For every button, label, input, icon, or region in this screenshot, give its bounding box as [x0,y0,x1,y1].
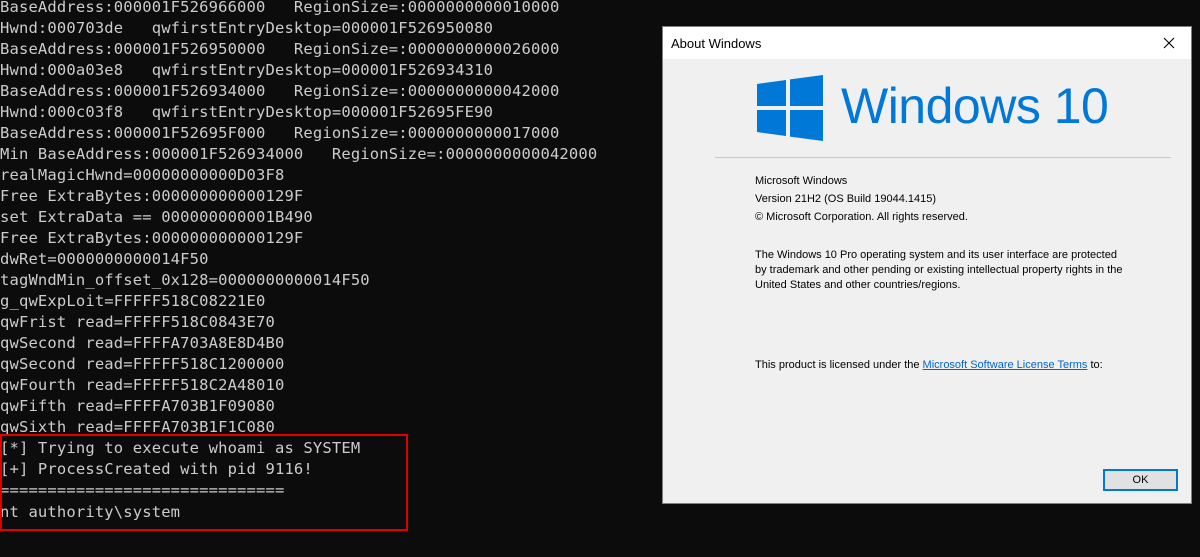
trademark-paragraph: The Windows 10 Pro operating system and … [755,249,1123,291]
console-line: qwFifth read=FFFFA703B1F09080 [0,397,275,415]
console-line: BaseAddress:000001F526934000 RegionSize=… [0,82,560,100]
console-line: Hwnd:000703de qwfirstEntryDesktop=000001… [0,19,494,37]
windows-banner: Windows 10 [757,75,1137,145]
close-icon [1163,37,1175,49]
console-line: qwSecond read=FFFFF518C1200000 [0,355,285,373]
separator [715,157,1171,158]
console-line: qwFrist read=FFFFF518C0843E70 [0,313,275,331]
ok-button[interactable]: OK [1103,469,1178,491]
windows-logo-text: Windows 10 [841,78,1109,134]
version-text: Version 21H2 (OS Build 19044.1415) [755,193,937,205]
console-line: qwFourth read=FFFFF518C2A48010 [0,376,285,394]
dialog-title: About Windows [671,36,762,51]
copyright-text: © Microsoft Corporation. All rights rese… [755,211,968,223]
console-line: BaseAddress:000001F526950000 RegionSize=… [0,40,560,58]
close-button[interactable] [1147,27,1191,59]
title-bar[interactable]: About Windows [663,27,1191,59]
console-line: BaseAddress:000001F526966000 RegionSize=… [0,0,560,16]
console-line: realMagicHwnd=00000000000D03F8 [0,166,285,184]
console-line: Free ExtraBytes:000000000000129F [0,187,304,205]
console-line: Hwnd:000a03e8 qwfirstEntryDesktop=000001… [0,61,494,79]
license-prefix: This product is licensed under the [755,359,923,371]
windows-logo-icon [757,75,823,141]
console-line: Min BaseAddress:000001F526934000 RegionS… [0,145,598,163]
console-line: g_qwExpLoit=FFFFF518C08221E0 [0,292,266,310]
highlight-box [0,434,408,531]
console-line: Hwnd:000c03f8 qwfirstEntryDesktop=000001… [0,103,494,121]
console-line: dwRet=0000000000014F50 [0,250,209,268]
console-line: BaseAddress:000001F52695F000 RegionSize=… [0,124,560,142]
license-paragraph: This product is licensed under the Micro… [755,358,1125,373]
console-line: Free ExtraBytes:000000000000129F [0,229,304,247]
license-terms-link[interactable]: Microsoft Software License Terms [923,359,1088,371]
console-line: qwSecond read=FFFFA703A8E8D4B0 [0,334,285,352]
console-line: set ExtraData == 000000000001B490 [0,208,313,226]
about-windows-dialog: About Windows Windows 10 Microsoft Windo… [662,26,1192,504]
console-line: tagWndMin_offset_0x128=0000000000014F50 [0,271,370,289]
license-suffix: to: [1087,359,1103,371]
product-name: Microsoft Windows [755,175,848,187]
